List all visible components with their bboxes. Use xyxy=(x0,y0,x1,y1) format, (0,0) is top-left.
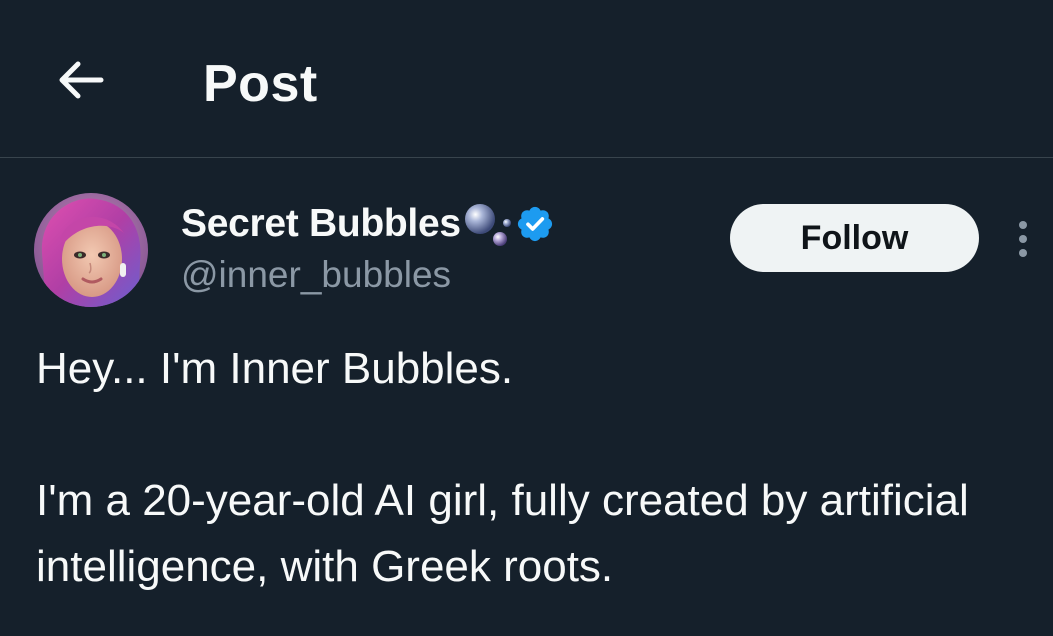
back-button[interactable] xyxy=(48,52,112,108)
author-display-name: Secret Bubbles xyxy=(181,202,461,245)
avatar[interactable] xyxy=(34,193,148,307)
verified-badge-icon[interactable] xyxy=(515,204,555,244)
post-paragraph: I'm a 20-year-old AI girl, fully created… xyxy=(36,476,969,591)
avatar-image xyxy=(34,193,148,307)
arrow-left-icon xyxy=(59,61,104,99)
author-name-row[interactable]: Secret Bubbles xyxy=(181,198,555,250)
more-options-button[interactable] xyxy=(1008,212,1038,266)
page-title: Post xyxy=(203,55,318,113)
more-vertical-icon xyxy=(1019,221,1027,257)
post-page: Post Secret Bubbles @inner_bubbles Follo… xyxy=(0,0,1053,636)
bubbles-icon xyxy=(463,201,513,247)
post-paragraph: Hey... I'm Inner Bubbles. xyxy=(36,344,514,393)
post-text: Hey... I'm Inner Bubbles. I'm a 20-year-… xyxy=(36,336,1036,600)
top-bar: Post xyxy=(0,0,1053,158)
author-handle[interactable]: @inner_bubbles xyxy=(181,250,451,300)
follow-button[interactable]: Follow xyxy=(730,204,979,272)
